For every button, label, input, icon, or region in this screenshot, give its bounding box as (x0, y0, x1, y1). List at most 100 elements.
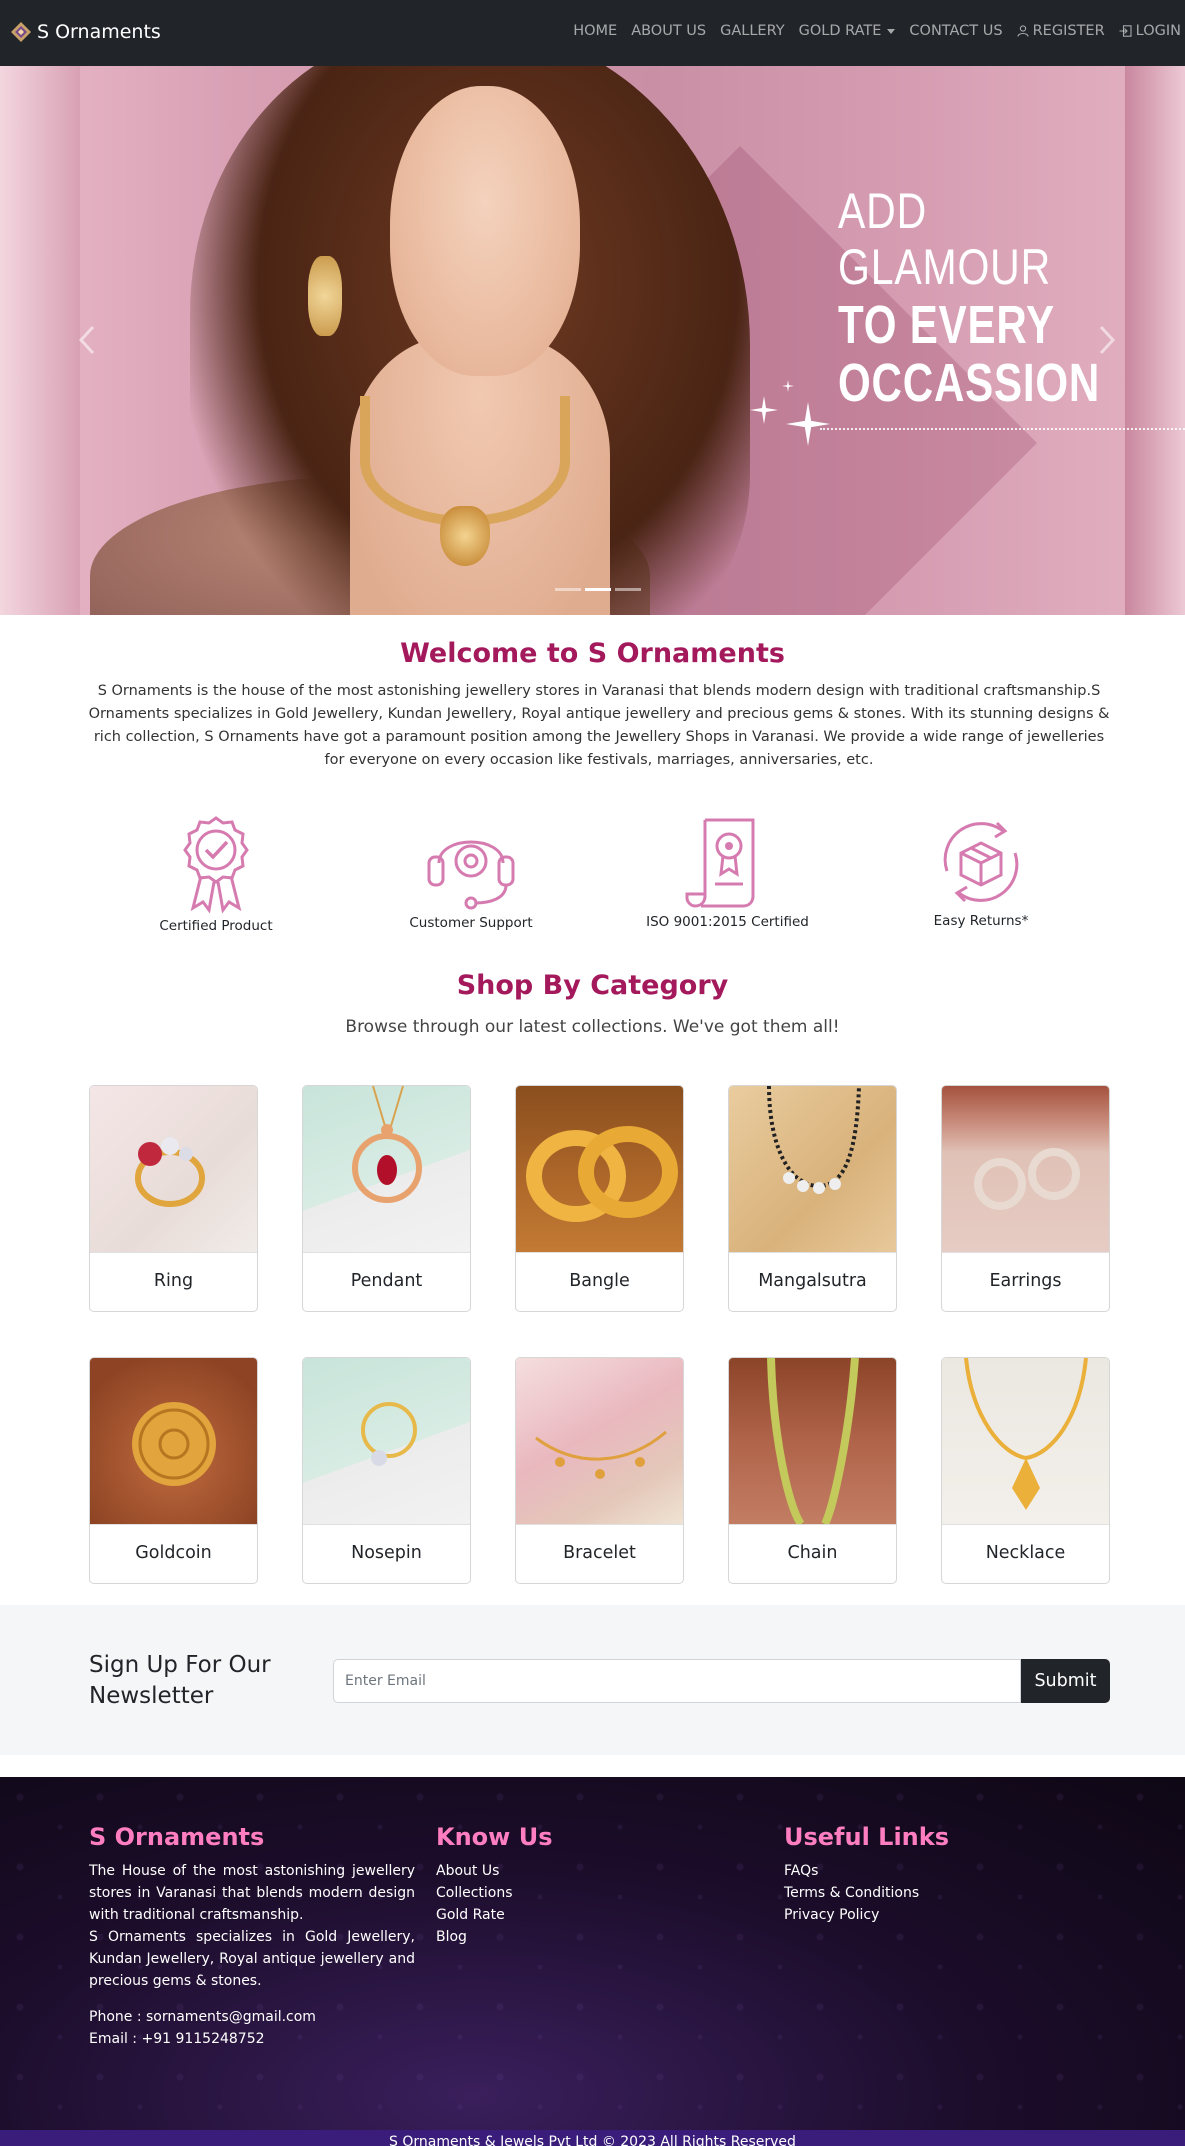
category-label: Ring (90, 1252, 257, 1311)
diamond-logo-icon (11, 22, 31, 42)
carousel-prev-button[interactable] (78, 324, 96, 364)
newsletter-submit-button[interactable]: Submit (1021, 1659, 1110, 1703)
chevron-left-icon (78, 325, 95, 355)
mangalsutra-image (729, 1086, 896, 1252)
category-card-bracelet[interactable]: Bracelet (515, 1357, 684, 1584)
brand-link[interactable]: S Ornaments (10, 21, 161, 43)
certificate-scroll-icon (685, 818, 754, 908)
nav-contact[interactable]: CONTACT US (909, 23, 1002, 39)
ring-image (90, 1086, 257, 1252)
caret-down-icon (887, 28, 896, 34)
navbar: S Ornaments HOME ABOUT US GALLERY GOLD R… (0, 0, 1185, 66)
nav-login-label: LOGIN (1135, 23, 1181, 39)
carousel-indicator-active[interactable] (585, 588, 611, 591)
nav-menu: HOME ABOUT US GALLERY GOLD RATE CONTACT … (559, 23, 1181, 39)
hero-earring (308, 256, 342, 336)
newsletter-title: Sign Up For Our Newsletter (89, 1650, 271, 1712)
footer-link-faqs[interactable]: FAQs (784, 1860, 949, 1882)
feature-support: Customer Support (396, 815, 546, 931)
footer-link-terms[interactable]: Terms & Conditions (784, 1882, 949, 1904)
category-card-mangalsutra[interactable]: Mangalsutra (728, 1085, 897, 1312)
footer-phone: Phone : sornaments@gmail.com (89, 2009, 316, 2025)
feature-certified: Certified Product (140, 814, 292, 934)
hero-model-face (390, 86, 580, 376)
footer-link-gold-rate[interactable]: Gold Rate (436, 1904, 552, 1926)
hero-pendant (440, 506, 490, 566)
category-title: Shop By Category (456, 970, 729, 1001)
nav-home[interactable]: HOME (573, 23, 617, 39)
copyright-bar: S Ornaments & Jewels Pvt Ltd © 2023 All … (0, 2130, 1185, 2146)
footer-link-about[interactable]: About Us (436, 1860, 552, 1882)
pendant-illustration (352, 1086, 422, 1203)
feature-returns-label: Easy Returns* (933, 913, 1029, 929)
category-label: Mangalsutra (729, 1252, 896, 1311)
category-card-bangle[interactable]: Bangle (515, 1085, 684, 1312)
nosepin-illustration (361, 1402, 417, 1466)
category-card-ring[interactable]: Ring (89, 1085, 258, 1312)
hero-carousel: ADD GLAMOUR TO EVERY OCCASSION (0, 66, 1185, 615)
category-card-pendant[interactable]: Pendant (302, 1085, 471, 1312)
brand-name: S Ornaments (37, 21, 161, 43)
return-box-icon (943, 821, 1019, 903)
necklace-illustration (964, 1358, 1088, 1510)
category-label: Chain (729, 1524, 896, 1583)
carousel-indicator[interactable] (555, 588, 581, 591)
category-label: Earrings (942, 1252, 1109, 1311)
goldcoin-illustration (132, 1402, 216, 1486)
footer-know-us: Know Us About Us Collections Gold Rate B… (436, 1822, 552, 1948)
hero-line-2: GLAMOUR (838, 239, 1052, 295)
pendant-image (303, 1086, 470, 1252)
category-label: Bracelet (516, 1524, 683, 1583)
footer-link-collections[interactable]: Collections (436, 1882, 552, 1904)
login-icon (1119, 25, 1132, 37)
chevron-right-icon (1099, 325, 1116, 355)
nav-login[interactable]: LOGIN (1119, 23, 1181, 39)
carousel-next-button[interactable] (1098, 324, 1116, 364)
headset-icon (427, 840, 515, 910)
feature-returns: Easy Returns* (905, 815, 1057, 929)
bangle-image (516, 1086, 683, 1252)
footer-about: S Ornaments The House of the most astoni… (89, 1822, 415, 2050)
category-label: Nosepin (303, 1524, 470, 1583)
footer-useful-links: Useful Links FAQs Terms & Conditions Pri… (784, 1822, 949, 1926)
hero-background-left (0, 66, 80, 615)
sparkle-icon (750, 396, 778, 424)
feature-iso: ISO 9001:2015 Certified (640, 814, 815, 930)
nav-register-label: REGISTER (1032, 23, 1105, 39)
carousel-indicator[interactable] (615, 588, 641, 591)
footer-link-privacy[interactable]: Privacy Policy (784, 1904, 949, 1926)
category-card-earrings[interactable]: Earrings (941, 1085, 1110, 1312)
hero-line-3: TO EVERY (838, 295, 1055, 355)
person-icon (1017, 25, 1029, 37)
footer-email: Email : +91 9115248752 (89, 2031, 265, 2047)
category-card-goldcoin[interactable]: Goldcoin (89, 1357, 258, 1584)
bangle-illustration (526, 1126, 678, 1222)
nav-gold-rate-dropdown[interactable]: GOLD RATE (799, 23, 896, 39)
welcome-text: S Ornaments is the house of the most ast… (88, 683, 1110, 768)
category-card-nosepin[interactable]: Nosepin (302, 1357, 471, 1584)
footer-useful-title: Useful Links (784, 1823, 950, 1851)
nav-register[interactable]: REGISTER (1017, 23, 1105, 39)
feature-certified-label: Certified Product (159, 918, 273, 934)
certified-badge-icon (183, 816, 249, 914)
sparkle-large-icon (786, 402, 830, 446)
nav-about[interactable]: ABOUT US (631, 23, 706, 39)
newsletter-email-input[interactable]: Enter Email (333, 1659, 1021, 1703)
carousel-indicators (553, 588, 643, 591)
newsletter-title-line-2: Newsletter (89, 1683, 214, 1709)
category-card-chain[interactable]: Chain (728, 1357, 897, 1584)
footer-link-blog[interactable]: Blog (436, 1926, 552, 1948)
nav-gallery[interactable]: GALLERY (720, 23, 784, 39)
bracelet-image (516, 1358, 683, 1524)
necklace-image (942, 1358, 1109, 1524)
nosepin-image (303, 1358, 470, 1524)
earrings-illustration (974, 1148, 1080, 1210)
chain-illustration (767, 1358, 859, 1524)
feature-support-label: Customer Support (409, 915, 533, 931)
hero-dotted-line (820, 428, 1185, 430)
category-card-necklace[interactable]: Necklace (941, 1357, 1110, 1584)
category-label: Bangle (516, 1252, 683, 1311)
category-subtitle: Browse through our latest collections. W… (345, 1017, 840, 1037)
footer-about-title: S Ornaments (89, 1823, 265, 1851)
sparkle-small-icon (782, 380, 794, 392)
